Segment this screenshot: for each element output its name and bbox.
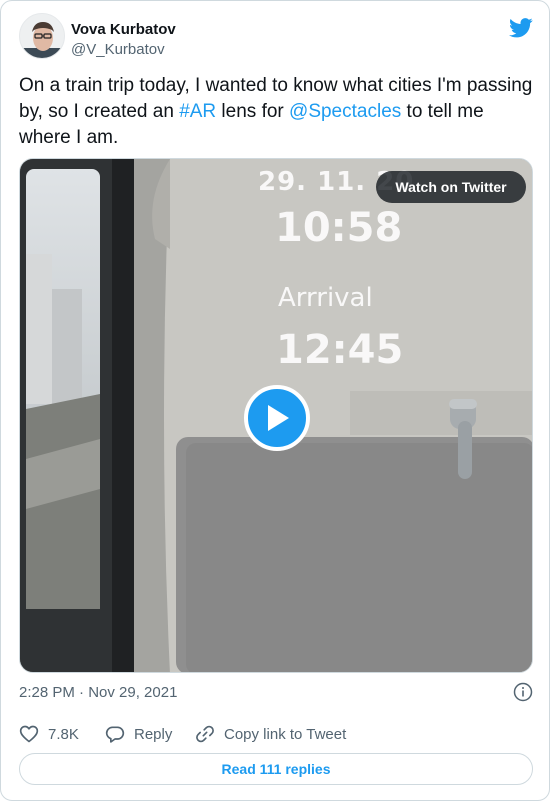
copy-link-label: Copy link to Tweet — [224, 725, 347, 743]
tweet-actions: 7.8K Reply Copy link to Tweet — [19, 723, 533, 745]
video-media[interactable]: 29. 11. 20 10:58 Arrrival 12:45 Watch on… — [19, 158, 533, 673]
reply-icon — [105, 726, 125, 743]
copy-link-button[interactable]: Copy link to Tweet — [195, 723, 346, 745]
tweet-text-part: lens for — [216, 101, 290, 122]
overlay-time: 10:58 — [275, 205, 403, 251]
tweet-text: On a train trip today, I wanted to know … — [19, 73, 535, 151]
reply-label: Reply — [134, 725, 173, 743]
info-icon[interactable] — [513, 682, 533, 702]
like-count: 7.8K — [48, 725, 79, 743]
hashtag-link[interactable]: #AR — [179, 101, 216, 122]
author-name[interactable]: Vova Kurbatov — [71, 21, 176, 38]
mention-link[interactable]: @Spectacles — [289, 101, 401, 122]
twitter-bird-icon[interactable] — [509, 17, 533, 39]
like-button[interactable]: 7.8K — [19, 723, 79, 745]
link-icon — [196, 725, 214, 743]
author-handle[interactable]: @V_Kurbatov — [71, 41, 165, 58]
overlay-arrival-time: 12:45 — [276, 327, 404, 373]
tweet-header: Vova Kurbatov @V_Kurbatov — [19, 13, 533, 63]
tweet-card: Vova Kurbatov @V_Kurbatov On a train tri… — [0, 0, 550, 801]
read-replies-button[interactable]: Read 111 replies — [19, 753, 533, 785]
watch-on-twitter-button[interactable]: Watch on Twitter — [376, 171, 526, 203]
heart-icon — [19, 725, 39, 743]
play-icon — [268, 405, 289, 431]
avatar[interactable] — [19, 13, 65, 59]
reply-button[interactable]: Reply — [105, 723, 172, 745]
play-button[interactable] — [244, 385, 310, 451]
tweet-timestamp[interactable]: 2:28 PM · Nov 29, 2021 — [19, 684, 177, 701]
avatar-image — [20, 14, 64, 58]
overlay-arrival-label: Arrrival — [278, 283, 373, 313]
